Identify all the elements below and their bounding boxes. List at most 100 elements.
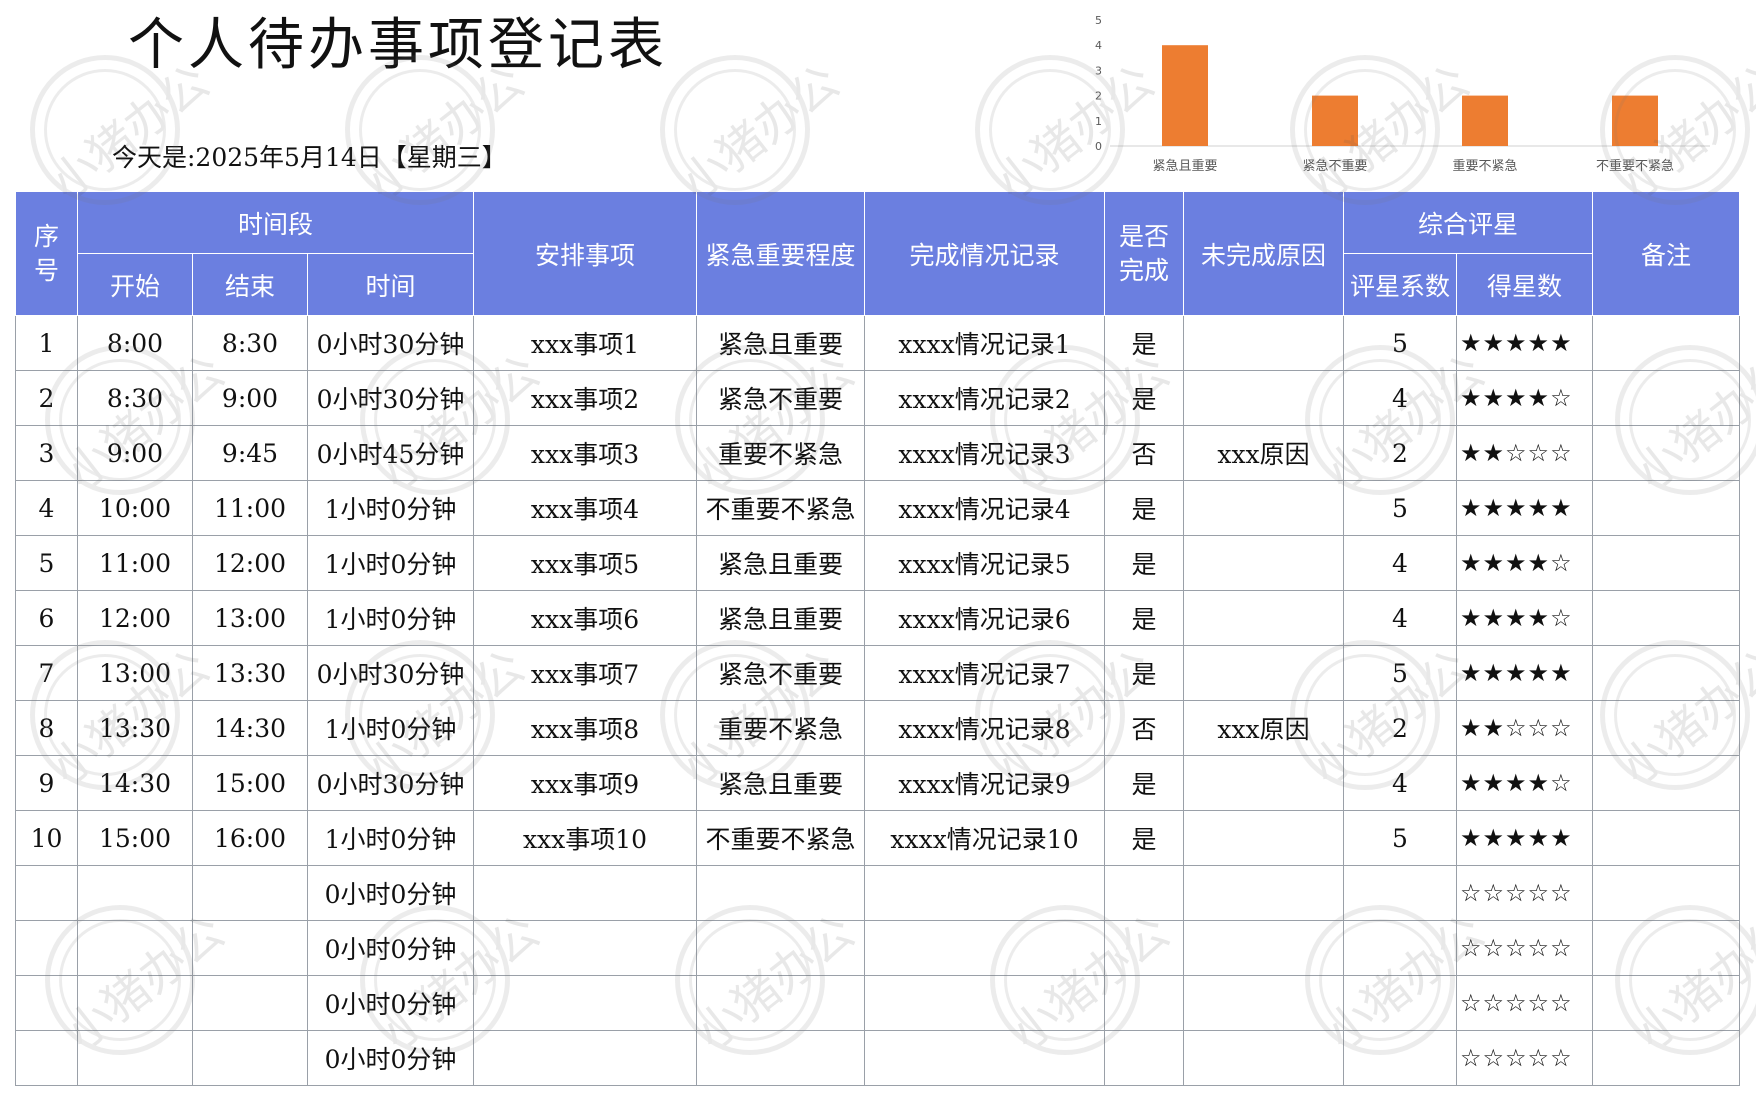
cell-start[interactable]: 14:30	[77, 755, 193, 811]
cell-end[interactable]: 15:00	[192, 755, 308, 811]
cell-priority[interactable]: 紧急不重要	[696, 370, 865, 426]
cell-seq[interactable]: 6	[15, 590, 78, 646]
cell-stars[interactable]: ★★★★☆	[1456, 755, 1593, 811]
cell-record[interactable]: xxxx情况记录1	[864, 315, 1105, 371]
cell-seq[interactable]: 10	[15, 810, 78, 866]
cell-coef[interactable]: 5	[1343, 645, 1457, 701]
cell-reason[interactable]	[1183, 645, 1344, 701]
cell-seq[interactable]: 3	[15, 425, 78, 481]
cell-record[interactable]: xxxx情况记录3	[864, 425, 1105, 481]
cell-task[interactable]: xxx事项4	[473, 480, 697, 536]
cell-remarks[interactable]	[1592, 975, 1740, 1031]
cell-record[interactable]	[864, 920, 1105, 976]
cell-duration[interactable]: 0小时30分钟	[307, 370, 474, 426]
cell-start[interactable]	[77, 975, 193, 1031]
cell-stars[interactable]: ☆☆☆☆☆	[1456, 865, 1593, 921]
cell-end[interactable]: 9:45	[192, 425, 308, 481]
cell-priority[interactable]: 紧急不重要	[696, 645, 865, 701]
cell-stars[interactable]: ★★☆☆☆	[1456, 425, 1593, 481]
cell-duration[interactable]: 1小时0分钟	[307, 810, 474, 866]
cell-end[interactable]: 9:00	[192, 370, 308, 426]
cell-record[interactable]: xxxx情况记录7	[864, 645, 1105, 701]
cell-record[interactable]	[864, 865, 1105, 921]
cell-remarks[interactable]	[1592, 480, 1740, 536]
cell-done[interactable]: 是	[1104, 480, 1184, 536]
cell-start[interactable]: 13:30	[77, 700, 193, 756]
cell-task[interactable]: xxx事项10	[473, 810, 697, 866]
cell-task[interactable]	[473, 865, 697, 921]
cell-coef[interactable]: 2	[1343, 425, 1457, 481]
cell-record[interactable]: xxxx情况记录10	[864, 810, 1105, 866]
cell-reason[interactable]	[1183, 590, 1344, 646]
cell-duration[interactable]: 0小时30分钟	[307, 645, 474, 701]
cell-coef[interactable]: 5	[1343, 480, 1457, 536]
cell-start[interactable]	[77, 1030, 193, 1086]
cell-done[interactable]	[1104, 975, 1184, 1031]
cell-duration[interactable]: 0小时45分钟	[307, 425, 474, 481]
cell-end[interactable]: 13:30	[192, 645, 308, 701]
cell-end[interactable]	[192, 1030, 308, 1086]
cell-priority[interactable]: 紧急且重要	[696, 755, 865, 811]
cell-stars[interactable]: ★★★★★	[1456, 315, 1593, 371]
cell-reason[interactable]: xxx原因	[1183, 700, 1344, 756]
cell-record[interactable]	[864, 1030, 1105, 1086]
cell-record[interactable]: xxxx情况记录5	[864, 535, 1105, 591]
cell-seq[interactable]	[15, 975, 78, 1031]
cell-end[interactable]	[192, 865, 308, 921]
cell-done[interactable]: 是	[1104, 590, 1184, 646]
cell-done[interactable]: 否	[1104, 700, 1184, 756]
cell-end[interactable]: 12:00	[192, 535, 308, 591]
cell-seq[interactable]	[15, 1030, 78, 1086]
cell-duration[interactable]: 0小时0分钟	[307, 975, 474, 1031]
cell-task[interactable]	[473, 975, 697, 1031]
cell-end[interactable]: 14:30	[192, 700, 308, 756]
cell-stars[interactable]: ☆☆☆☆☆	[1456, 975, 1593, 1031]
cell-remarks[interactable]	[1592, 755, 1740, 811]
cell-end[interactable]: 8:30	[192, 315, 308, 371]
cell-end[interactable]	[192, 920, 308, 976]
cell-priority[interactable]: 重要不紧急	[696, 425, 865, 481]
cell-reason[interactable]	[1183, 865, 1344, 921]
cell-end[interactable]: 16:00	[192, 810, 308, 866]
cell-seq[interactable]: 8	[15, 700, 78, 756]
cell-record[interactable]: xxxx情况记录6	[864, 590, 1105, 646]
cell-stars[interactable]: ☆☆☆☆☆	[1456, 920, 1593, 976]
cell-reason[interactable]: xxx原因	[1183, 425, 1344, 481]
cell-coef[interactable]: 5	[1343, 315, 1457, 371]
cell-stars[interactable]: ★★★★★	[1456, 645, 1593, 701]
cell-duration[interactable]: 1小时0分钟	[307, 480, 474, 536]
cell-done[interactable]: 是	[1104, 755, 1184, 811]
cell-remarks[interactable]	[1592, 535, 1740, 591]
cell-task[interactable]: xxx事项7	[473, 645, 697, 701]
cell-duration[interactable]: 1小时0分钟	[307, 700, 474, 756]
cell-end[interactable]: 11:00	[192, 480, 308, 536]
cell-done[interactable]	[1104, 865, 1184, 921]
cell-done[interactable]: 是	[1104, 535, 1184, 591]
cell-priority[interactable]	[696, 920, 865, 976]
cell-remarks[interactable]	[1592, 700, 1740, 756]
cell-start[interactable]: 8:30	[77, 370, 193, 426]
cell-task[interactable]: xxx事项1	[473, 315, 697, 371]
cell-reason[interactable]	[1183, 975, 1344, 1031]
cell-remarks[interactable]	[1592, 920, 1740, 976]
cell-reason[interactable]	[1183, 920, 1344, 976]
cell-duration[interactable]: 0小时0分钟	[307, 920, 474, 976]
cell-priority[interactable]	[696, 865, 865, 921]
cell-reason[interactable]	[1183, 810, 1344, 866]
cell-seq[interactable]	[15, 920, 78, 976]
cell-coef[interactable]: 2	[1343, 700, 1457, 756]
cell-start[interactable]	[77, 920, 193, 976]
cell-done[interactable]	[1104, 920, 1184, 976]
cell-remarks[interactable]	[1592, 315, 1740, 371]
cell-done[interactable]	[1104, 1030, 1184, 1086]
cell-coef[interactable]: 4	[1343, 755, 1457, 811]
cell-remarks[interactable]	[1592, 645, 1740, 701]
cell-done[interactable]: 是	[1104, 645, 1184, 701]
cell-reason[interactable]	[1183, 370, 1344, 426]
cell-task[interactable]	[473, 920, 697, 976]
cell-priority[interactable]: 不重要不紧急	[696, 810, 865, 866]
cell-done[interactable]: 是	[1104, 315, 1184, 371]
cell-stars[interactable]: ★★★★★	[1456, 480, 1593, 536]
cell-priority[interactable]: 不重要不紧急	[696, 480, 865, 536]
cell-coef[interactable]	[1343, 975, 1457, 1031]
